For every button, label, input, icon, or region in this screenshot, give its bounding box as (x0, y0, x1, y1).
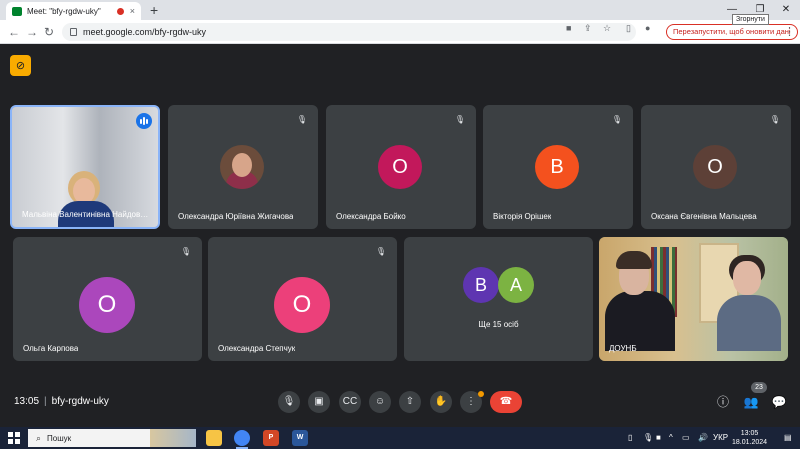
participant-tile[interactable]: 🎙 Олександра Юріївна Жигачова (168, 105, 318, 229)
search-placeholder: Пошук (47, 433, 72, 443)
mic-off-icon: 🎙 (769, 115, 781, 124)
meeting-info: 13:05 | bfy-rgdw-uky (14, 396, 109, 407)
search-highlight-image (150, 429, 196, 447)
participant-avatar: О (693, 145, 737, 189)
meet-favicon-icon (12, 6, 22, 16)
new-tab-button[interactable]: + (150, 2, 158, 18)
side-panel-icon[interactable]: ▯ (626, 23, 631, 34)
camera-button[interactable]: ▣ (308, 391, 330, 413)
reload-icon[interactable]: ↻ (44, 24, 54, 40)
tab-title: Meet: "bfy-rgdw-uky" (27, 6, 101, 16)
language-indicator[interactable]: УКР (713, 433, 728, 443)
meeting-code: bfy-rgdw-uky (51, 396, 109, 407)
volume-icon[interactable]: 🔊 (698, 433, 708, 443)
notification-dot (478, 391, 484, 397)
more-participants-tile[interactable]: В А Ще 15 осіб (404, 237, 593, 361)
word-icon[interactable]: W (292, 430, 308, 446)
emoji-reaction-button[interactable]: ☺ (369, 391, 391, 413)
taskbar-clock[interactable]: 13:05 18.01.2024 (732, 429, 767, 447)
forward-icon[interactable]: → (26, 24, 38, 40)
participant-name: ДОУНБ (609, 344, 637, 353)
participant-photo-avatar (220, 145, 264, 189)
participant-name: Олександра Степчук (218, 344, 296, 353)
more-participants-label: Ще 15 осіб (478, 320, 519, 329)
captions-button[interactable]: CC (339, 391, 361, 413)
participant-avatar: О (378, 145, 422, 189)
tab-close-icon[interactable]: × (130, 6, 135, 16)
show-hidden-icons[interactable]: ^ (669, 433, 673, 443)
browser-tab[interactable]: Meet: "bfy-rgdw-uky" × (6, 2, 141, 20)
windows-start-icon[interactable] (8, 432, 20, 444)
mic-off-icon: 🎙 (611, 115, 623, 124)
mic-off-icon: 🎙 (375, 247, 387, 256)
chat-icon[interactable]: 💬 (771, 394, 787, 410)
search-icon: ⌕ (36, 432, 42, 443)
close-window-button[interactable]: ✕ (772, 0, 800, 20)
participant-name: Вікторія Орішек (493, 212, 552, 221)
participant-tile[interactable]: О 🎙 Олександра Бойко (326, 105, 476, 229)
participant-tile[interactable]: Мальвіна Валентинівна Найдов… (10, 105, 160, 229)
tab-strip: Meet: "bfy-rgdw-uky" × + — ❐ ✕ (0, 0, 800, 20)
mic-off-icon: 🎙 (180, 247, 192, 256)
notifications-icon[interactable]: ▤ (784, 433, 792, 443)
participant-count-badge: 23 (751, 382, 767, 393)
participant-tile[interactable]: ДОУНБ (599, 237, 788, 361)
participant-video (717, 253, 781, 351)
windows-taskbar: ⌕ Пошук P W ▯ 🎙 ■ ^ ▭ 🔊 УКР 13:05 18.01.… (0, 427, 800, 449)
participant-name: Олександра Юріївна Жигачова (178, 212, 294, 221)
mic-tray-icon[interactable]: 🎙 (643, 433, 653, 443)
participant-avatar: В (535, 145, 579, 189)
raise-hand-button[interactable]: ✋ (430, 391, 452, 413)
minimize-tooltip: Згорнути (732, 14, 769, 25)
participant-tile[interactable]: О 🎙 Оксана Євгенівна Мальцева (641, 105, 791, 229)
browser-menu-icon[interactable]: ⋮ (784, 25, 795, 39)
hang-up-button[interactable]: ☎ (490, 391, 522, 413)
participant-video (58, 171, 114, 227)
back-icon[interactable]: ← (8, 24, 20, 40)
taskbar-time: 13:05 (740, 430, 759, 437)
restart-update-button[interactable]: Перезапустити, щоб оновити дані (666, 24, 798, 40)
participant-avatar: А (498, 267, 534, 303)
bookmark-star-icon[interactable]: ☆ (603, 23, 611, 34)
participant-tile[interactable]: В 🎙 Вікторія Орішек (483, 105, 633, 229)
taskbar-date: 18.01.2024 (732, 439, 768, 446)
participant-name: Олександра Бойко (336, 212, 406, 221)
url-text: meet.google.com/bfy-rgdw-uky (83, 27, 207, 37)
participant-tile[interactable]: О 🎙 Олександра Степчук (208, 237, 397, 361)
speaking-indicator-icon (136, 113, 152, 129)
participant-avatar: В (463, 267, 499, 303)
network-icon[interactable]: ▭ (682, 433, 690, 443)
people-icon[interactable]: 👥 (743, 394, 759, 410)
participant-name: Оксана Євгенівна Мальцева (651, 212, 757, 221)
participant-avatar: О (274, 277, 330, 333)
meeting-details-icon[interactable]: ⓘ (715, 394, 731, 410)
participant-name: Ольга Карпова (23, 344, 79, 353)
recording-dot-icon (116, 7, 124, 15)
microphone-button[interactable]: 🎙 (278, 391, 300, 413)
participant-avatar: О (79, 277, 135, 333)
camera-in-use-icon[interactable]: ■ (566, 23, 571, 33)
profile-avatar-icon[interactable]: ● (645, 23, 650, 33)
share-icon[interactable]: ⇪ (584, 23, 592, 34)
participant-name: Мальвіна Валентинівна Найдов… (22, 210, 149, 219)
mic-off-icon: 🎙 (296, 115, 308, 124)
browser-toolbar: ← → ↻ meet.google.com/bfy-rgdw-uky ■ ⇪ ☆… (0, 20, 800, 44)
lock-icon (70, 28, 77, 36)
chrome-icon[interactable] (234, 430, 250, 449)
mic-off-icon: 🎙 (454, 115, 466, 124)
file-explorer-icon[interactable] (206, 430, 222, 446)
address-bar[interactable]: meet.google.com/bfy-rgdw-uky (62, 23, 636, 41)
participant-tile[interactable]: О 🎙 Ольга Карпова (13, 237, 202, 361)
meeting-time: 13:05 (14, 396, 40, 407)
present-screen-button[interactable]: ⇧ (399, 391, 421, 413)
participant-video (605, 247, 675, 351)
camera-tray-icon[interactable]: ■ (656, 433, 661, 443)
battery-icon[interactable]: ▯ (628, 433, 632, 443)
powerpoint-icon[interactable]: P (263, 430, 279, 446)
no-camera-icon[interactable]: ⊘ (10, 55, 31, 76)
